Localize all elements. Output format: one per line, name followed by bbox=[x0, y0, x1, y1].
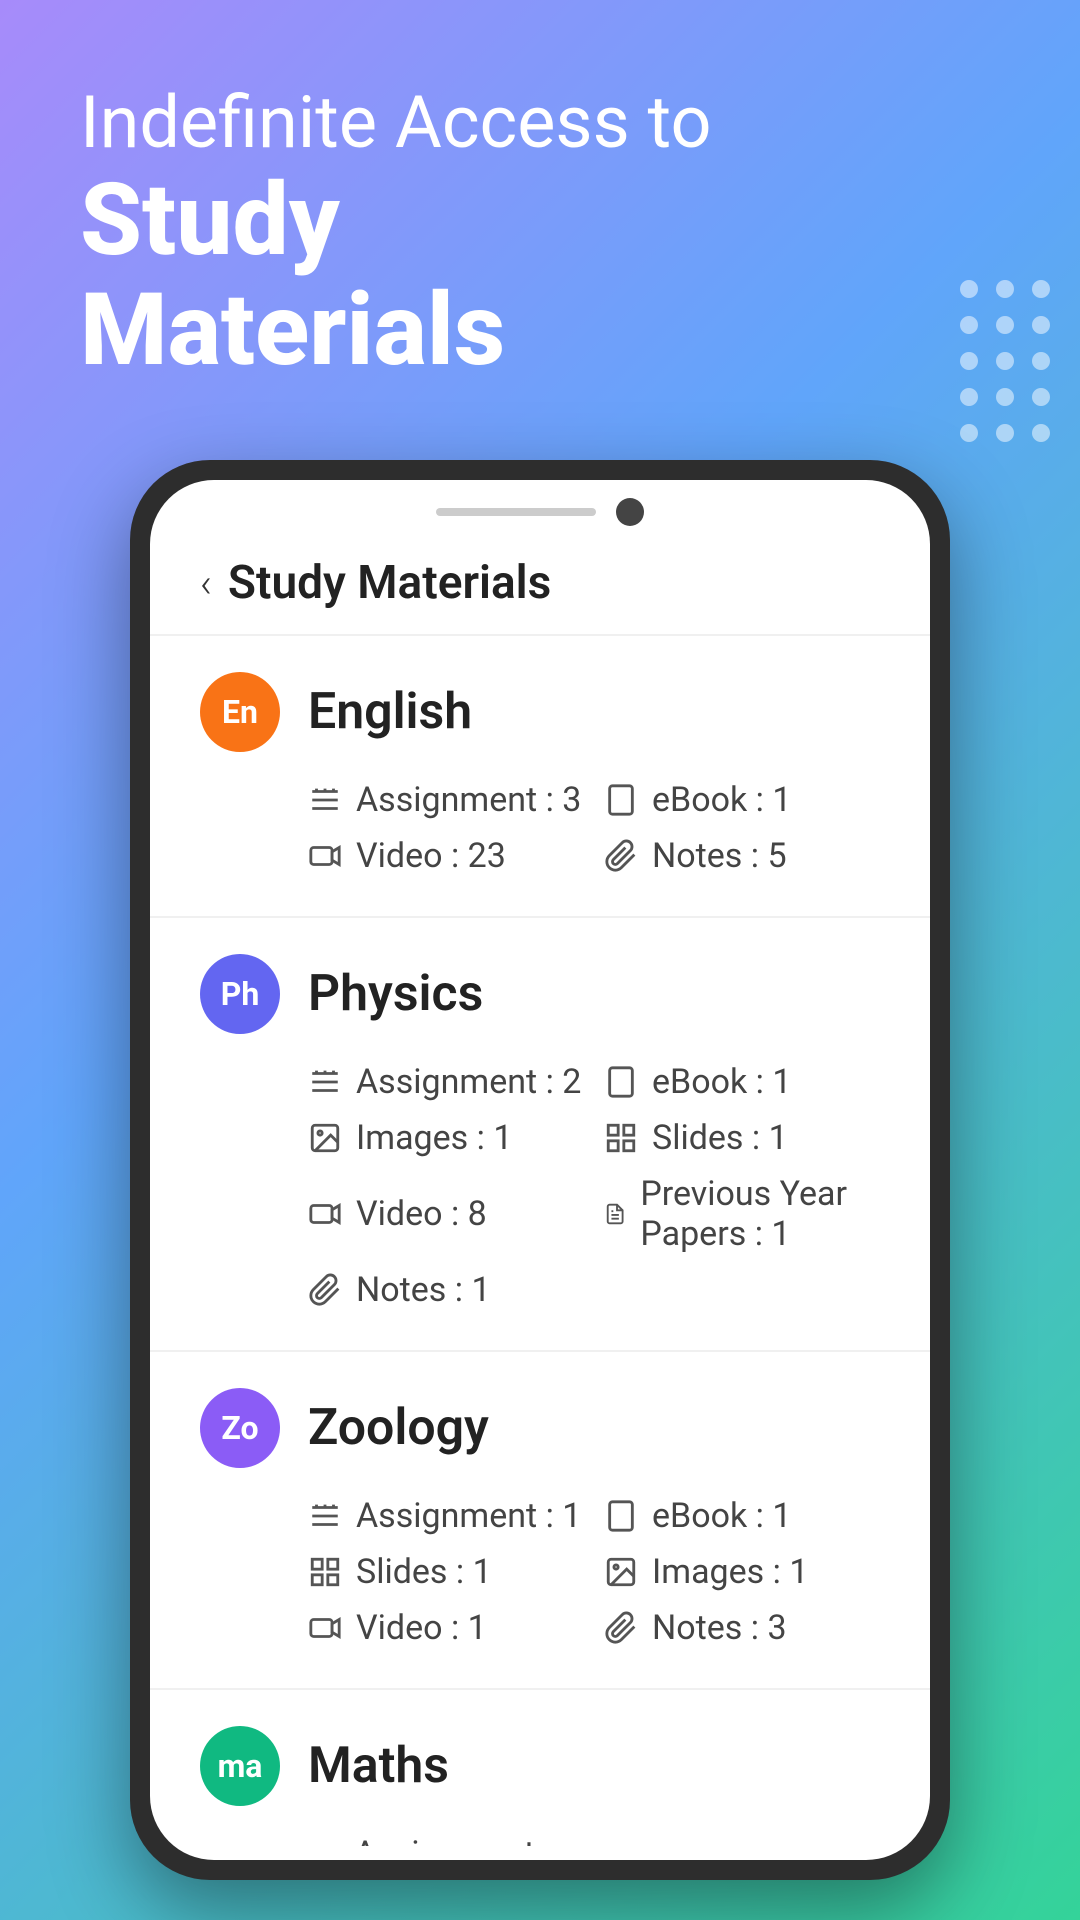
subject-card-physics[interactable]: Ph Physics Assignment : 2 eBook : bbox=[150, 918, 930, 1352]
avatar-english: En bbox=[200, 672, 280, 752]
avatar-maths: ma bbox=[200, 1726, 280, 1806]
subject-header-english: En English bbox=[200, 672, 880, 752]
stats-english: Assignment : 3 eBook : 1 Video : 23 bbox=[200, 780, 880, 876]
stat-ebook: eBook : 1 bbox=[604, 1062, 880, 1102]
subject-name-maths: Maths bbox=[308, 1737, 449, 1795]
stat-notes: Notes : 3 bbox=[604, 1608, 880, 1648]
back-button[interactable]: ‹ bbox=[200, 560, 212, 607]
stat-assignment: Assignment : 1 bbox=[308, 1496, 584, 1536]
subject-name-english: English bbox=[308, 683, 472, 741]
subject-card-zoology[interactable]: Zo Zoology Assignment : 1 eBook : bbox=[150, 1352, 930, 1690]
dots-decoration bbox=[960, 280, 1050, 442]
hero-line2-part1: Study bbox=[80, 162, 340, 279]
screen-content[interactable]: ‹ Study Materials En English Assignment … bbox=[150, 536, 930, 1846]
stat-notes: Notes : 1 bbox=[308, 1270, 584, 1310]
stats-physics: Assignment : 2 eBook : 1 bbox=[200, 1062, 880, 1310]
stats-maths: Assignment : 10 Audio : 4 bbox=[200, 1834, 880, 1846]
avatar-zoology: Zo bbox=[200, 1388, 280, 1468]
stat-prev-papers: Previous Year Papers : 1 bbox=[604, 1174, 880, 1254]
subject-name-zoology: Zoology bbox=[308, 1399, 489, 1457]
subject-card-english[interactable]: En English Assignment : 3 eBook : bbox=[150, 636, 930, 918]
subject-header-physics: Ph Physics bbox=[200, 954, 880, 1034]
stat-slides: Slides : 1 bbox=[308, 1552, 584, 1592]
page-title: Study Materials bbox=[228, 556, 551, 610]
stat-video: Video : 23 bbox=[308, 836, 584, 876]
hero-line1: Indefinite Access to bbox=[80, 80, 1000, 166]
subject-card-maths[interactable]: ma Maths Assignment : 10 bbox=[150, 1690, 930, 1846]
stat-video: Video : 8 bbox=[308, 1174, 584, 1254]
stat-images: Images : 1 bbox=[604, 1552, 880, 1592]
stat-ebook: eBook : 1 bbox=[604, 780, 880, 820]
hero-line2: Study Materials bbox=[80, 166, 1000, 386]
stat-images: Images : 1 bbox=[308, 1118, 584, 1158]
nav-header: ‹ Study Materials bbox=[150, 536, 930, 636]
stat-video: Video : 1 bbox=[308, 1608, 584, 1648]
hero-section: Indefinite Access to Study Materials bbox=[80, 80, 1000, 386]
stat-slides: Slides : 1 bbox=[604, 1118, 880, 1158]
stat-assignment: Assignment : 2 bbox=[308, 1062, 584, 1102]
phone-mockup: ‹ Study Materials En English Assignment … bbox=[130, 460, 950, 1880]
phone-notch bbox=[150, 480, 930, 536]
phone-screen: ‹ Study Materials En English Assignment … bbox=[150, 480, 930, 1860]
subject-name-physics: Physics bbox=[308, 965, 483, 1023]
stats-zoology: Assignment : 1 eBook : 1 Slides : 1 bbox=[200, 1496, 880, 1648]
stat-ebook: eBook : 1 bbox=[604, 1496, 880, 1536]
stat-notes: Notes : 5 bbox=[604, 836, 880, 876]
subject-header-maths: ma Maths bbox=[200, 1726, 880, 1806]
avatar-physics: Ph bbox=[200, 954, 280, 1034]
stat-assignment: Assignment : 3 bbox=[308, 780, 584, 820]
hero-line2-part2: Materials bbox=[80, 272, 505, 389]
notch-camera bbox=[616, 498, 644, 526]
stat-assignment: Assignment : 10 bbox=[308, 1834, 584, 1846]
notch-bar bbox=[436, 508, 596, 516]
stat-audio: Audio : 4 bbox=[604, 1834, 880, 1846]
subject-header-zoology: Zo Zoology bbox=[200, 1388, 880, 1468]
